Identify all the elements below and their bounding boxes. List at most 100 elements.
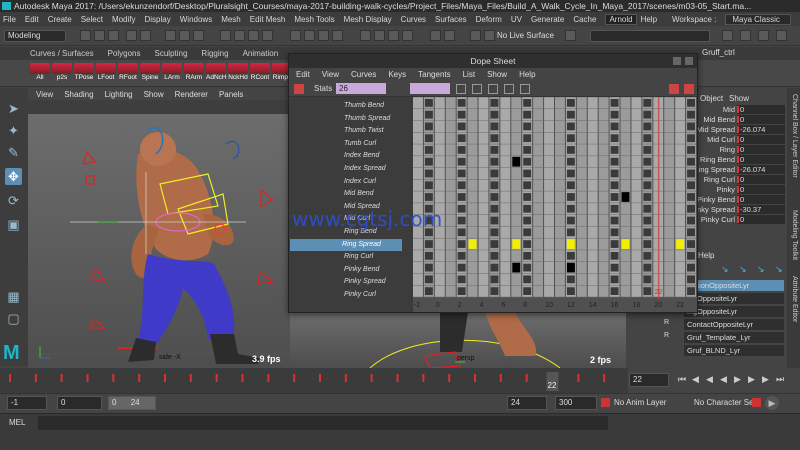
scale-tool-icon[interactable]: ▣ xyxy=(5,216,22,233)
range-slider[interactable]: 0 24 xyxy=(108,396,156,410)
shelf-button-rarm[interactable]: RArm xyxy=(184,63,204,83)
channel-value[interactable]: 0 xyxy=(737,215,785,224)
channel-row[interactable]: Mid 0 xyxy=(697,105,787,115)
dope-channel-row[interactable]: Ring Curl xyxy=(290,251,402,264)
live-surface-icon[interactable] xyxy=(484,30,495,41)
shelf-button-nckhd[interactable]: NckHd xyxy=(228,63,248,83)
layer-name[interactable]: actOppositeLyr xyxy=(684,293,784,304)
play-backwards-icon[interactable]: ◀ xyxy=(720,374,727,385)
dope-menu-view[interactable]: View xyxy=(322,70,339,79)
step-forward-frame-icon[interactable]: ▶ xyxy=(748,374,755,385)
paint-select-icon[interactable]: ✎ xyxy=(5,144,22,161)
channel-row[interactable]: Ring Bend 0 xyxy=(697,155,787,165)
play-forwards-icon[interactable]: ▶ xyxy=(734,374,741,385)
menu-mesh[interactable]: Mesh xyxy=(221,15,241,24)
channel-row[interactable]: Mid Spread -26.074 xyxy=(697,125,787,135)
channel-row[interactable]: Pinky Curl 0 xyxy=(697,215,787,225)
snap-view-icon[interactable] xyxy=(332,30,343,41)
open-scene-icon[interactable] xyxy=(94,30,105,41)
stats-frame-field[interactable]: 26 xyxy=(336,83,386,94)
menu-edit-mesh[interactable]: Edit Mesh xyxy=(250,15,286,24)
single-perspective-icon[interactable]: ▢ xyxy=(5,310,22,327)
channel-value[interactable]: 0 xyxy=(737,195,785,204)
layer-row[interactable]: R ContactOppositeLyr xyxy=(626,319,787,331)
layer-help-menu[interactable]: Help xyxy=(698,251,714,260)
layer-row[interactable]: R Gruf_Template_Lyr xyxy=(626,332,787,344)
playback-preferences-icon[interactable]: ▶ xyxy=(765,396,779,410)
undo-icon[interactable] xyxy=(126,30,137,41)
select-object-icon[interactable] xyxy=(179,30,190,41)
dope-channel-row[interactable]: Ring Spread xyxy=(290,238,402,252)
character-set-dropdown[interactable]: No Character Set xyxy=(694,398,756,407)
dope-menu-show[interactable]: Show xyxy=(487,70,507,79)
menu-set-dropdown[interactable]: Modeling xyxy=(4,30,66,42)
menu-generate[interactable]: Generate xyxy=(531,15,564,24)
shelf-tab-sculpting[interactable]: Sculpting xyxy=(155,49,188,58)
menu-windows[interactable]: Windows xyxy=(180,15,212,24)
stats-value-field[interactable] xyxy=(410,83,450,94)
dope-channel-row[interactable]: Thumb Bend xyxy=(290,100,402,113)
dope-channel-row[interactable]: Pinky Curl xyxy=(290,289,402,302)
channel-value[interactable]: -26.074 xyxy=(737,125,785,134)
toggle-sidebar-icon[interactable] xyxy=(740,30,751,41)
menu-curves[interactable]: Curves xyxy=(401,15,426,24)
workspace-dropdown[interactable]: Maya Classic xyxy=(725,13,791,25)
menu-file[interactable]: File xyxy=(3,15,16,24)
command-input[interactable] xyxy=(38,416,608,430)
construction-history-icon[interactable] xyxy=(360,30,371,41)
current-frame-field[interactable]: 22 xyxy=(629,373,669,387)
menu-mesh-display[interactable]: Mesh Display xyxy=(344,15,392,24)
playback-end-field[interactable]: 24 xyxy=(507,396,547,410)
graph-editor-icon[interactable] xyxy=(669,84,679,94)
dope-channel-row[interactable]: Index Spread xyxy=(290,163,402,176)
persp-viewport[interactable]: persp 2 fps xyxy=(290,312,626,368)
layer-row[interactable]: Gruf_BLND_Lyr xyxy=(626,345,787,357)
viewport-menu-renderer[interactable]: Renderer xyxy=(175,90,208,99)
snap-point-icon[interactable] xyxy=(318,30,329,41)
move-keys-icon[interactable] xyxy=(294,84,304,94)
layer-name[interactable]: ingOppositeLyr xyxy=(684,306,784,317)
dope-channel-row[interactable]: Thumb Twist xyxy=(290,125,402,138)
layer-name[interactable]: Gruf_BLND_Lyr xyxy=(684,345,784,356)
dope-menu-edit[interactable]: Edit xyxy=(296,70,310,79)
layer-reference-toggle[interactable]: R xyxy=(664,319,669,326)
shelf-button-all[interactable]: All xyxy=(30,63,50,83)
dope-menu-keys[interactable]: Keys xyxy=(388,70,406,79)
dope-channel-row[interactable]: Thumb Spread xyxy=(290,113,402,126)
minimize-icon[interactable] xyxy=(673,57,681,65)
menu-deform[interactable]: Deform xyxy=(476,15,502,24)
select-hierarchy-icon[interactable] xyxy=(165,30,176,41)
viewport-menu-lighting[interactable]: Lighting xyxy=(105,90,133,99)
shelf-button-tpose[interactable]: TPose xyxy=(74,63,94,83)
side-tab-channel-box[interactable]: Channel Box / Layer Editor xyxy=(791,94,798,178)
dope-menu-help[interactable]: Help xyxy=(519,70,535,79)
layer-reference-toggle[interactable]: R xyxy=(664,332,669,339)
snap-grid-icon[interactable] xyxy=(290,30,301,41)
layer-name[interactable]: Gruf_Template_Lyr xyxy=(684,332,784,343)
go-to-end-icon[interactable]: ⏭ xyxy=(776,374,784,385)
viewport-menu-show[interactable]: Show xyxy=(144,90,164,99)
channel-value[interactable]: 0 xyxy=(737,105,785,114)
channel-row[interactable]: Pinky Bend 0 xyxy=(697,195,787,205)
shelf-button-rfoot[interactable]: RFoot xyxy=(118,63,138,83)
select-joints-icon[interactable] xyxy=(234,30,245,41)
viewport-menu-shading[interactable]: Shading xyxy=(64,90,93,99)
layer-move-down-icon[interactable]: ↘ xyxy=(775,264,783,275)
new-scene-icon[interactable] xyxy=(80,30,91,41)
toggle-attribute-editor-icon[interactable] xyxy=(758,30,769,41)
key-tangent-icon[interactable] xyxy=(488,84,498,94)
menu-create[interactable]: Create xyxy=(48,15,72,24)
magnet-icon[interactable] xyxy=(470,30,481,41)
shelf-button-adnch[interactable]: AdNcH xyxy=(206,63,227,83)
select-tool-icon[interactable]: ➤ xyxy=(5,100,22,117)
channel-box-show-menu[interactable]: Show xyxy=(729,94,749,103)
move-tool-icon[interactable]: ✥ xyxy=(5,168,22,185)
shelf-tab-curves-surfaces[interactable]: Curves / Surfaces xyxy=(30,49,94,58)
channel-row[interactable]: Ring Spread -26.074 xyxy=(693,165,787,175)
shelf-button-rcont[interactable]: RCont xyxy=(250,63,270,83)
layer-new-selected-icon[interactable]: ↘ xyxy=(739,264,747,275)
render-frame-icon[interactable] xyxy=(374,30,385,41)
menu-cache[interactable]: Cache xyxy=(573,15,596,24)
dope-channel-row[interactable]: Tumb Curl xyxy=(290,138,402,151)
ipr-render-icon[interactable] xyxy=(388,30,399,41)
